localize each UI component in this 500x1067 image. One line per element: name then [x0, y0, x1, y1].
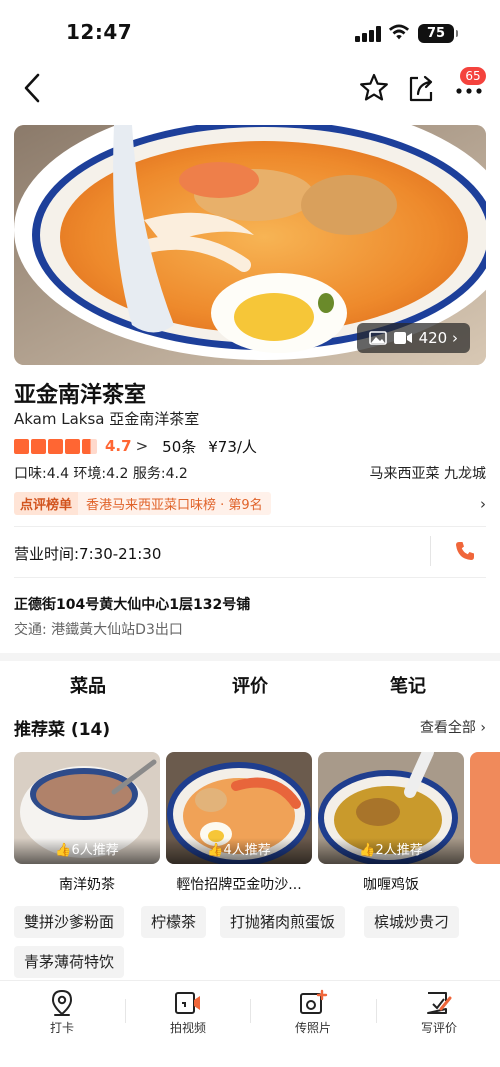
cuisine-area[interactable]: 马来西亚菜 九龙城: [370, 463, 486, 483]
rating-chevron-icon: >: [135, 437, 149, 455]
dish-name: 咖喱鸡饭: [363, 877, 419, 893]
tab-reviews[interactable]: 评价: [232, 672, 268, 698]
shop-subname: Akam Laksa 亞金南洋茶室: [14, 410, 200, 428]
dish-card[interactable]: 👍4人推荐 輕怡招牌亞金叻沙...: [166, 752, 312, 894]
rank-tag: 点评榜单: [14, 491, 79, 515]
content-tabs: 菜品 评价 笔记: [0, 672, 500, 702]
tab-notes[interactable]: 笔记: [390, 672, 426, 698]
upload-photo-button[interactable]: 传照片: [268, 989, 358, 1036]
share-icon[interactable]: [405, 72, 437, 104]
dish-chip[interactable]: 打抛猪肉煎蛋饭: [220, 906, 346, 938]
dish-recommend-count: 👍2人推荐: [318, 838, 464, 864]
average-price: ¥73/人: [208, 437, 257, 456]
divider: [250, 999, 251, 1023]
see-all-link[interactable]: 查看全部 ›: [420, 717, 486, 737]
shop-name: 亚金南洋茶室: [14, 383, 147, 408]
notification-badge: 65: [460, 67, 486, 85]
back-arrow-icon[interactable]: [18, 70, 50, 106]
divider: [430, 536, 431, 566]
dish-chip[interactable]: 青茅薄荷特饮: [14, 946, 125, 978]
video-camera-icon: [175, 992, 200, 1014]
shoot-video-button[interactable]: 拍视频: [143, 989, 233, 1036]
divider: [14, 526, 486, 527]
status-bar: 12:47 75: [0, 0, 500, 60]
rating-row[interactable]: 4.7 > 50条 ¥73/人: [14, 436, 257, 456]
photo-count-button[interactable]: 420 ›: [356, 323, 470, 353]
star-icon: [31, 438, 46, 454]
dish-card[interactable]: 👍6人推荐 南洋奶茶: [14, 752, 160, 894]
write-review-label: 写评价: [420, 1021, 457, 1035]
hero-photo[interactable]: 420 ›: [14, 125, 486, 365]
cellular-signal-icon: [355, 26, 381, 42]
wifi-icon: [388, 24, 410, 40]
dish-recommend-count: 👍4人推荐: [166, 838, 312, 864]
half-star-icon: [82, 438, 97, 454]
write-review-icon: [427, 992, 452, 1014]
write-review-button[interactable]: 写评价: [394, 989, 484, 1036]
checkin-button[interactable]: 打卡: [17, 989, 107, 1036]
business-hours: 营业时间:7:30-21:30: [14, 545, 162, 563]
dish-chip[interactable]: 柠檬茶: [141, 906, 207, 938]
dish-photo: 👍4人推荐: [166, 752, 312, 864]
dish-chip[interactable]: 雙拼沙爹粉面: [14, 906, 125, 938]
status-time: 12:47: [66, 20, 133, 44]
dish-card-partial[interactable]: [470, 752, 500, 864]
dish-photo: 👍6人推荐: [14, 752, 160, 864]
dish-recommend-count: 👍6人推荐: [14, 838, 160, 864]
divider: [14, 577, 486, 578]
shoot-video-label: 拍视频: [169, 1021, 206, 1035]
star-icon: [65, 438, 80, 454]
divider: [376, 999, 377, 1023]
photo-upload-icon: [300, 989, 328, 1014]
photo-count-text: 420 ›: [418, 329, 458, 347]
phone-icon[interactable]: [454, 540, 476, 562]
dish-name: 輕怡招牌亞金叻沙...: [176, 877, 302, 893]
video-icon: [393, 332, 412, 344]
rating-score: 4.7: [105, 437, 132, 455]
upload-photo-label: 传照片: [294, 1021, 331, 1035]
dish-chip[interactable]: 槟城炒贵刁: [364, 906, 460, 938]
location-pin-icon: [51, 989, 73, 1016]
dish-card[interactable]: 👍2人推荐 咖喱鸡饭: [318, 752, 464, 894]
section-separator: [0, 653, 500, 661]
photo-icon: [368, 331, 387, 345]
dish-photo: 👍2人推荐: [318, 752, 464, 864]
star-icon: [48, 438, 63, 454]
ranking-banner[interactable]: 点评榜单 香港马来西亚菜口味榜 · 第9名: [14, 491, 271, 515]
recommended-dishes-title: 推荐菜 (14): [14, 720, 111, 740]
checkin-label: 打卡: [49, 1021, 74, 1035]
tab-dishes[interactable]: 菜品: [68, 672, 108, 698]
divider: [125, 999, 126, 1023]
review-count: 50条: [162, 437, 197, 456]
shop-address[interactable]: 正德街104号黄大仙中心1层132号铺: [14, 594, 250, 614]
rating-stars: [14, 438, 97, 454]
dish-name: 南洋奶茶: [59, 877, 115, 893]
bottom-action-bar: 打卡 拍视频 传照片 写评价: [0, 980, 500, 1067]
rank-text: 香港马来西亚菜口味榜 · 第9名: [78, 491, 271, 515]
sub-scores: 口味:4.4 环境:4.2 服务:4.2: [14, 466, 188, 482]
battery-icon: 75: [418, 24, 458, 43]
star-icon: [14, 438, 29, 454]
ranking-chevron-icon[interactable]: ›: [480, 495, 486, 513]
favorite-star-icon[interactable]: [358, 72, 390, 104]
transit-info: 交通: 港鐵黃大仙站D3出口: [14, 622, 183, 638]
